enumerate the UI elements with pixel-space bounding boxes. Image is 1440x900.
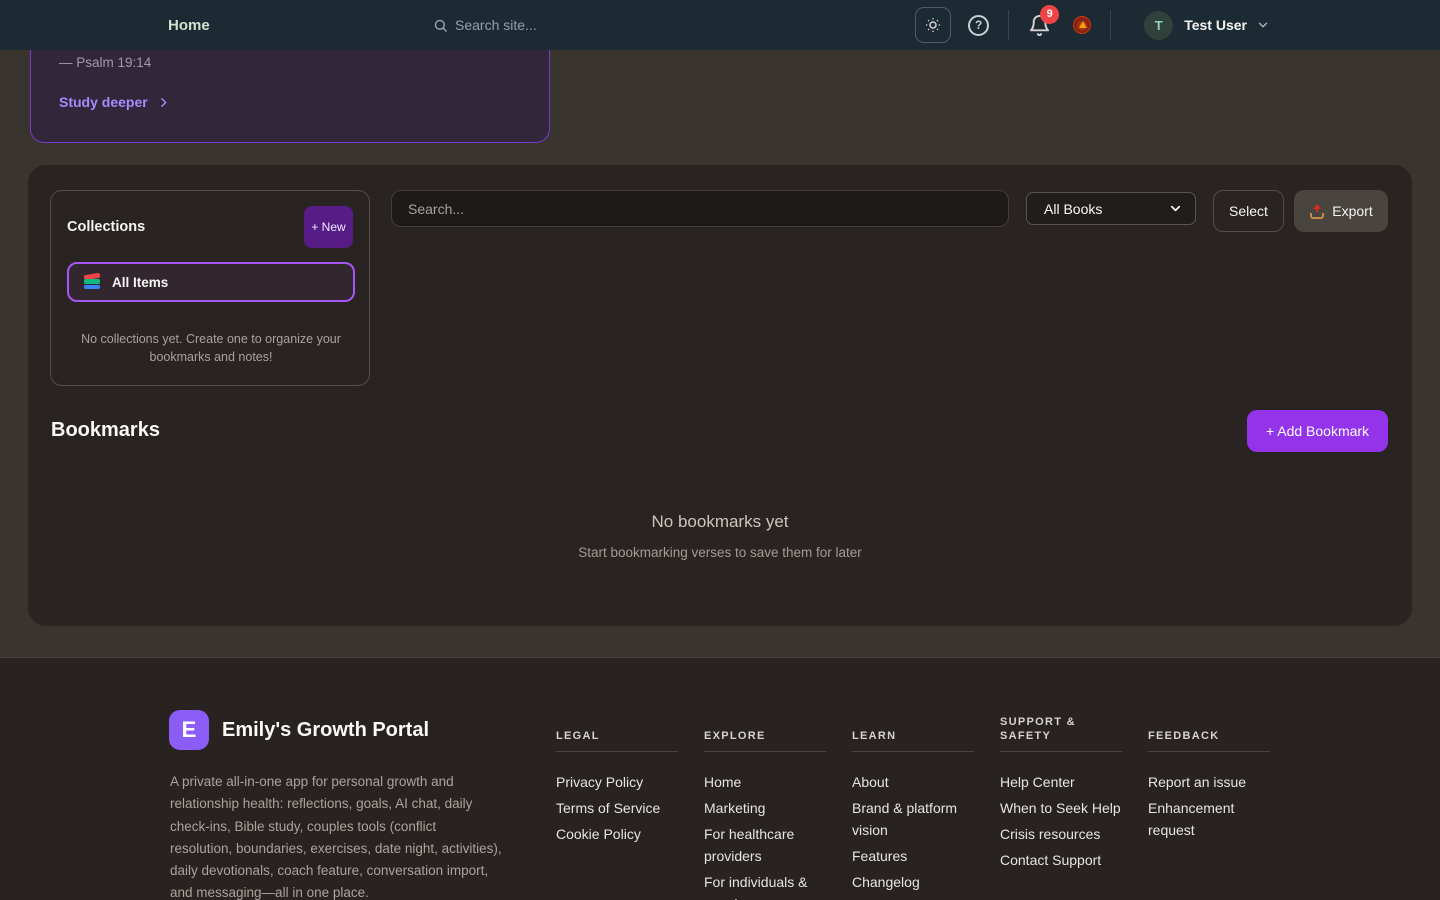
- collections-header: Collections + New: [67, 206, 353, 248]
- collections-empty-message: No collections yet. Create one to organi…: [71, 331, 351, 366]
- search-icon: [433, 18, 448, 33]
- site-search[interactable]: Search site...: [433, 0, 537, 50]
- footer-link[interactable]: Privacy Policy: [556, 771, 678, 793]
- study-deeper-link[interactable]: Study deeper: [59, 94, 170, 110]
- nav-home-link[interactable]: Home: [168, 17, 210, 34]
- user-menu[interactable]: T Test User: [1130, 11, 1270, 40]
- footer-column-legal: LEGAL Privacy Policy Terms of Service Co…: [556, 713, 678, 900]
- notifications-button[interactable]: 9: [1028, 14, 1051, 37]
- bookmarks-section-card: Collections + New All Items No collectio…: [28, 165, 1412, 626]
- add-bookmark-button[interactable]: + Add Bookmark: [1247, 410, 1388, 452]
- footer-link[interactable]: When to Seek Help: [1000, 797, 1122, 819]
- book-filter-value: All Books: [1044, 201, 1102, 217]
- bookmarks-empty-title: No bookmarks yet: [28, 512, 1412, 532]
- footer-column-feedback: FEEDBACK Report an issue Enhancement req…: [1148, 713, 1270, 900]
- brand-name: Emily's Growth Portal: [222, 719, 429, 742]
- footer-link[interactable]: Crisis resources: [1000, 823, 1122, 845]
- footer-link[interactable]: About: [852, 771, 974, 793]
- export-button-label: Export: [1332, 203, 1372, 219]
- bookmark-search-input[interactable]: [391, 190, 1009, 227]
- footer-link[interactable]: Help Center: [1000, 771, 1122, 793]
- footer-column-learn: LEARN About Brand & platform vision Feat…: [852, 713, 974, 900]
- footer-column-header: LEARN: [852, 713, 974, 743]
- footer-column-explore: EXPLORE Home Marketing For healthcare pr…: [704, 713, 826, 900]
- footer-link[interactable]: For healthcare providers: [704, 823, 826, 867]
- avatar: T: [1144, 11, 1173, 40]
- footer-link[interactable]: Contact Support: [1000, 849, 1122, 871]
- collections-panel: Collections + New All Items No collectio…: [50, 190, 370, 386]
- chevron-down-icon: [1256, 18, 1270, 32]
- footer-column-divider: [1000, 751, 1122, 752]
- sun-icon: [924, 16, 942, 34]
- footer-column-support-safety: SUPPORT & SAFETY Help Center When to See…: [1000, 713, 1122, 900]
- navbar-right-group: ? 9 T Test User: [915, 0, 1440, 50]
- theme-toggle-button[interactable]: [915, 7, 951, 43]
- footer-link[interactable]: Brand & platform vision: [852, 797, 974, 841]
- footer-column-header: SUPPORT & SAFETY: [1000, 713, 1122, 743]
- chevron-right-icon: [157, 96, 170, 109]
- footer-column-header: EXPLORE: [704, 713, 826, 743]
- top-navbar: Home Search site...: [0, 0, 1440, 50]
- footer-column-divider: [556, 751, 678, 752]
- help-icon[interactable]: ?: [968, 15, 989, 36]
- crisis-alert-icon[interactable]: [1073, 16, 1091, 34]
- footer-link[interactable]: Terms of Service: [556, 797, 678, 819]
- new-collection-button[interactable]: + New: [304, 206, 353, 248]
- notification-badge: 9: [1040, 5, 1059, 24]
- chevron-down-icon: [1168, 201, 1183, 216]
- study-deeper-label: Study deeper: [59, 94, 148, 110]
- all-items-label: All Items: [112, 275, 168, 290]
- footer-link[interactable]: Home: [704, 771, 826, 793]
- export-icon: [1309, 204, 1325, 219]
- book-filter-select[interactable]: All Books: [1026, 192, 1196, 225]
- books-icon: [83, 274, 102, 290]
- footer-link[interactable]: Report an issue: [1148, 771, 1270, 793]
- footer-link[interactable]: For individuals & couples: [704, 871, 826, 900]
- export-button[interactable]: Export: [1294, 190, 1388, 232]
- bookmarks-empty-subtitle: Start bookmarking verses to save them fo…: [28, 545, 1412, 560]
- footer-column-header: FEEDBACK: [1148, 713, 1270, 743]
- footer-columns: LEGAL Privacy Policy Terms of Service Co…: [556, 713, 1296, 900]
- select-mode-button[interactable]: Select: [1213, 190, 1284, 232]
- navbar-divider: [1110, 10, 1111, 40]
- verse-reference: — Psalm 19:14: [59, 55, 151, 70]
- footer-column-divider: [1148, 751, 1270, 752]
- footer-column-divider: [852, 751, 974, 752]
- collections-title: Collections: [67, 219, 145, 235]
- footer-column-divider: [704, 751, 826, 752]
- navbar-divider: [1008, 10, 1009, 40]
- devotional-card: — Psalm 19:14 Study deeper: [30, 50, 550, 143]
- footer-brand: E Emily's Growth Portal: [169, 710, 429, 750]
- site-footer: E Emily's Growth Portal A private all-in…: [0, 657, 1440, 900]
- bookmarks-title: Bookmarks: [51, 419, 160, 442]
- footer-column-header: LEGAL: [556, 713, 678, 743]
- footer-link[interactable]: Enhancement request: [1148, 797, 1270, 841]
- footer-link[interactable]: Marketing: [704, 797, 826, 819]
- footer-link[interactable]: Changelog: [852, 871, 974, 893]
- all-items-filter[interactable]: All Items: [67, 262, 355, 302]
- user-name: Test User: [1184, 17, 1247, 33]
- brand-logo: E: [169, 710, 209, 750]
- footer-link[interactable]: Cookie Policy: [556, 823, 678, 845]
- footer-link[interactable]: Features: [852, 845, 974, 867]
- site-search-placeholder: Search site...: [455, 17, 537, 33]
- footer-description: A private all-in-one app for personal gr…: [170, 771, 502, 900]
